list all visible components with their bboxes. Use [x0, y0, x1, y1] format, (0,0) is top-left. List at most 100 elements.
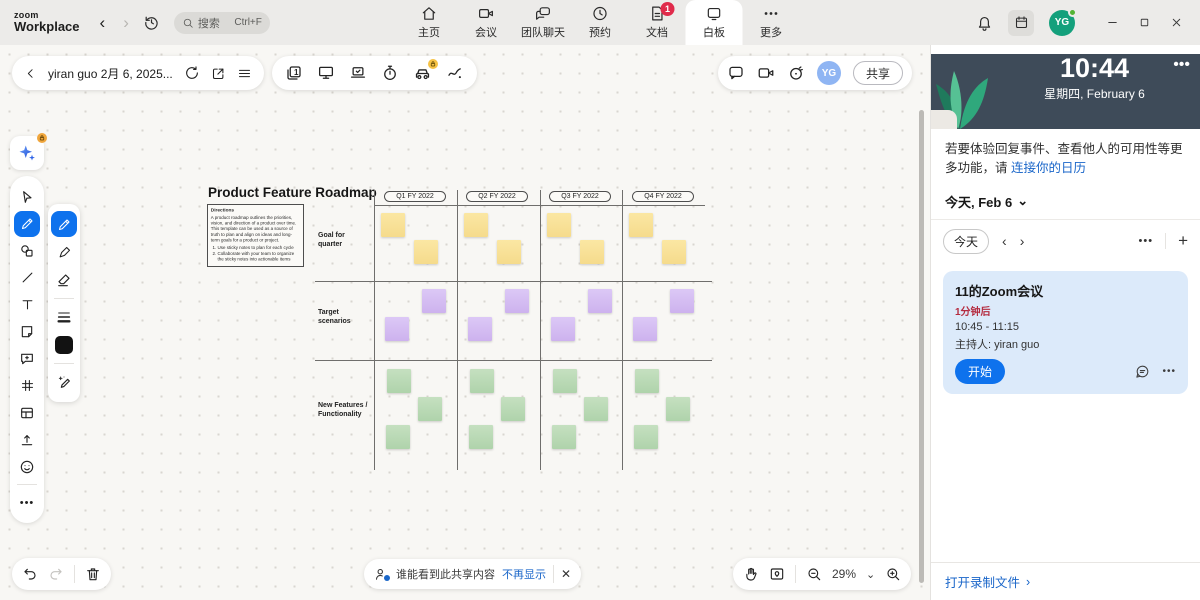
row-label[interactable]: Target scenarios [318, 308, 370, 327]
sticky-note[interactable] [501, 397, 525, 421]
meeting-card[interactable]: 11的Zoom会议 1分钟后 10:45 - 11:15 主持人: yiran … [943, 271, 1188, 394]
divider [1165, 233, 1166, 249]
search-shortcut: Ctrl+F [234, 17, 262, 28]
sticky-note[interactable] [588, 289, 612, 313]
sticky-note[interactable] [547, 213, 571, 237]
nav-forward-button[interactable]: › [123, 13, 129, 33]
zoom-controls: 29% ⌄ [733, 558, 911, 590]
redo-button[interactable] [48, 566, 64, 582]
close-icon[interactable]: ✕ [561, 567, 571, 581]
directions-step: Collaborate with your team to organize t… [218, 251, 300, 262]
undo-button[interactable] [22, 566, 38, 582]
search-input[interactable]: 搜索 Ctrl+F [174, 12, 270, 34]
tab-meetings[interactable]: 会议 [458, 0, 515, 45]
sticky-note[interactable] [662, 240, 686, 264]
meeting-chat-icon[interactable] [1135, 364, 1150, 379]
next-day-button[interactable]: › [1020, 233, 1025, 249]
notifications-bell-icon[interactable] [976, 14, 993, 31]
sticky-note[interactable] [386, 425, 410, 449]
tab-label: 更多 [760, 24, 782, 40]
tab-docs[interactable]: 1 文档 [629, 0, 686, 45]
meeting-countdown: 1分钟后 [955, 303, 1176, 318]
column-header[interactable]: Q1 FY 2022 [384, 191, 446, 202]
sticky-note[interactable] [385, 317, 409, 341]
zoom-out-icon[interactable] [806, 566, 822, 582]
sticky-note[interactable] [464, 213, 488, 237]
sticky-note[interactable] [468, 317, 492, 341]
video-camera-icon [478, 5, 495, 22]
vertical-scrollbar[interactable] [919, 110, 924, 583]
sticky-note[interactable] [422, 289, 446, 313]
nav-back-button[interactable]: ‹ [100, 13, 106, 33]
sticky-note[interactable] [553, 369, 577, 393]
open-recordings-link[interactable]: 打开录制文件 › [931, 562, 1200, 600]
sticky-note[interactable] [414, 240, 438, 264]
sticky-note[interactable] [381, 213, 405, 237]
today-heading-label: 今天, Feb 6 [945, 192, 1012, 211]
user-avatar[interactable]: YG [1049, 10, 1075, 36]
sticky-note[interactable] [634, 425, 658, 449]
main-nav-tabs: 主页 会议 团队聊天 预约 1 文档 白板 [401, 0, 800, 45]
window-close-button[interactable] [1160, 0, 1192, 45]
calendar-toolbar: 今天 ‹ › ••• + [931, 220, 1200, 263]
sticky-note[interactable] [387, 369, 411, 393]
tab-whiteboard[interactable]: 白板 [686, 0, 743, 45]
sticky-note[interactable] [580, 240, 604, 264]
whiteboard-canvas[interactable]: yiran guo 2月 6, 2025... 1 [0, 45, 930, 600]
sticky-note[interactable] [470, 369, 494, 393]
calendar-panel: ••• 10:44 星期四, February 6 若要体验回复事件、查看他人的… [930, 45, 1200, 600]
trash-button[interactable] [85, 566, 101, 582]
pan-hand-icon[interactable] [743, 566, 759, 582]
avatar-initials: YG [1055, 17, 1069, 28]
start-meeting-button[interactable]: 开始 [955, 359, 1005, 384]
column-header[interactable]: Q2 FY 2022 [466, 191, 528, 202]
sticky-note[interactable] [666, 397, 690, 421]
zoom-dropdown-chevron[interactable]: ⌄ [866, 568, 875, 581]
calendar-icon[interactable] [1008, 10, 1034, 36]
row-label[interactable]: Goal for quarter [318, 231, 370, 250]
minimap-icon[interactable] [769, 566, 785, 582]
today-heading[interactable]: 今天, Feb 6 ⌄ [931, 182, 1200, 219]
add-event-button[interactable]: + [1178, 231, 1188, 251]
tab-label: 会议 [475, 24, 497, 40]
roadmap-board: Product Feature Roadmap Directions A pro… [0, 45, 930, 600]
time-card-more-button[interactable]: ••• [1173, 56, 1190, 74]
chevron-right-icon: › [1026, 575, 1030, 589]
dont-show-again-link[interactable]: 不再显示 [502, 566, 546, 582]
today-button[interactable]: 今天 [943, 229, 989, 254]
sticky-note[interactable] [635, 369, 659, 393]
sticky-note[interactable] [552, 425, 576, 449]
sticky-note[interactable] [497, 240, 521, 264]
history-icon[interactable] [143, 14, 160, 31]
sticky-note[interactable] [551, 317, 575, 341]
row-label[interactable]: New Features / Functionality [318, 401, 370, 420]
window-maximize-button[interactable] [1128, 0, 1160, 45]
roadmap-title[interactable]: Product Feature Roadmap [208, 185, 377, 200]
calendar-more-button[interactable]: ••• [1139, 235, 1154, 247]
window-minimize-button[interactable] [1096, 0, 1128, 45]
tab-team-chat[interactable]: 团队聊天 [515, 0, 572, 45]
sticky-note[interactable] [633, 317, 657, 341]
zoom-in-icon[interactable] [885, 566, 901, 582]
tab-home[interactable]: 主页 [401, 0, 458, 45]
sticky-note[interactable] [469, 425, 493, 449]
sticky-note[interactable] [670, 289, 694, 313]
column-header[interactable]: Q4 FY 2022 [632, 191, 694, 202]
sticky-note[interactable] [505, 289, 529, 313]
prev-day-button[interactable]: ‹ [1002, 233, 1007, 249]
zoom-workplace-window: zoom Workplace ‹ › 搜索 Ctrl+F 主页 会议 [0, 0, 1200, 600]
column-header[interactable]: Q3 FY 2022 [549, 191, 611, 202]
chevron-down-icon: ⌄ [1017, 193, 1028, 209]
sticky-note[interactable] [584, 397, 608, 421]
directions-box[interactable]: Directions A product roadmap outlines th… [207, 204, 304, 267]
sticky-note[interactable] [418, 397, 442, 421]
search-icon [182, 17, 194, 29]
tab-label: 白板 [703, 24, 725, 40]
meeting-more-button[interactable]: ••• [1162, 366, 1176, 377]
connect-calendar-link[interactable]: 连接你的日历 [1011, 161, 1086, 175]
tab-more[interactable]: 更多 [743, 0, 800, 45]
zoom-level[interactable]: 29% [832, 567, 856, 581]
whiteboard-icon [706, 5, 723, 22]
tab-bookings[interactable]: 预约 [572, 0, 629, 45]
sticky-note[interactable] [629, 213, 653, 237]
